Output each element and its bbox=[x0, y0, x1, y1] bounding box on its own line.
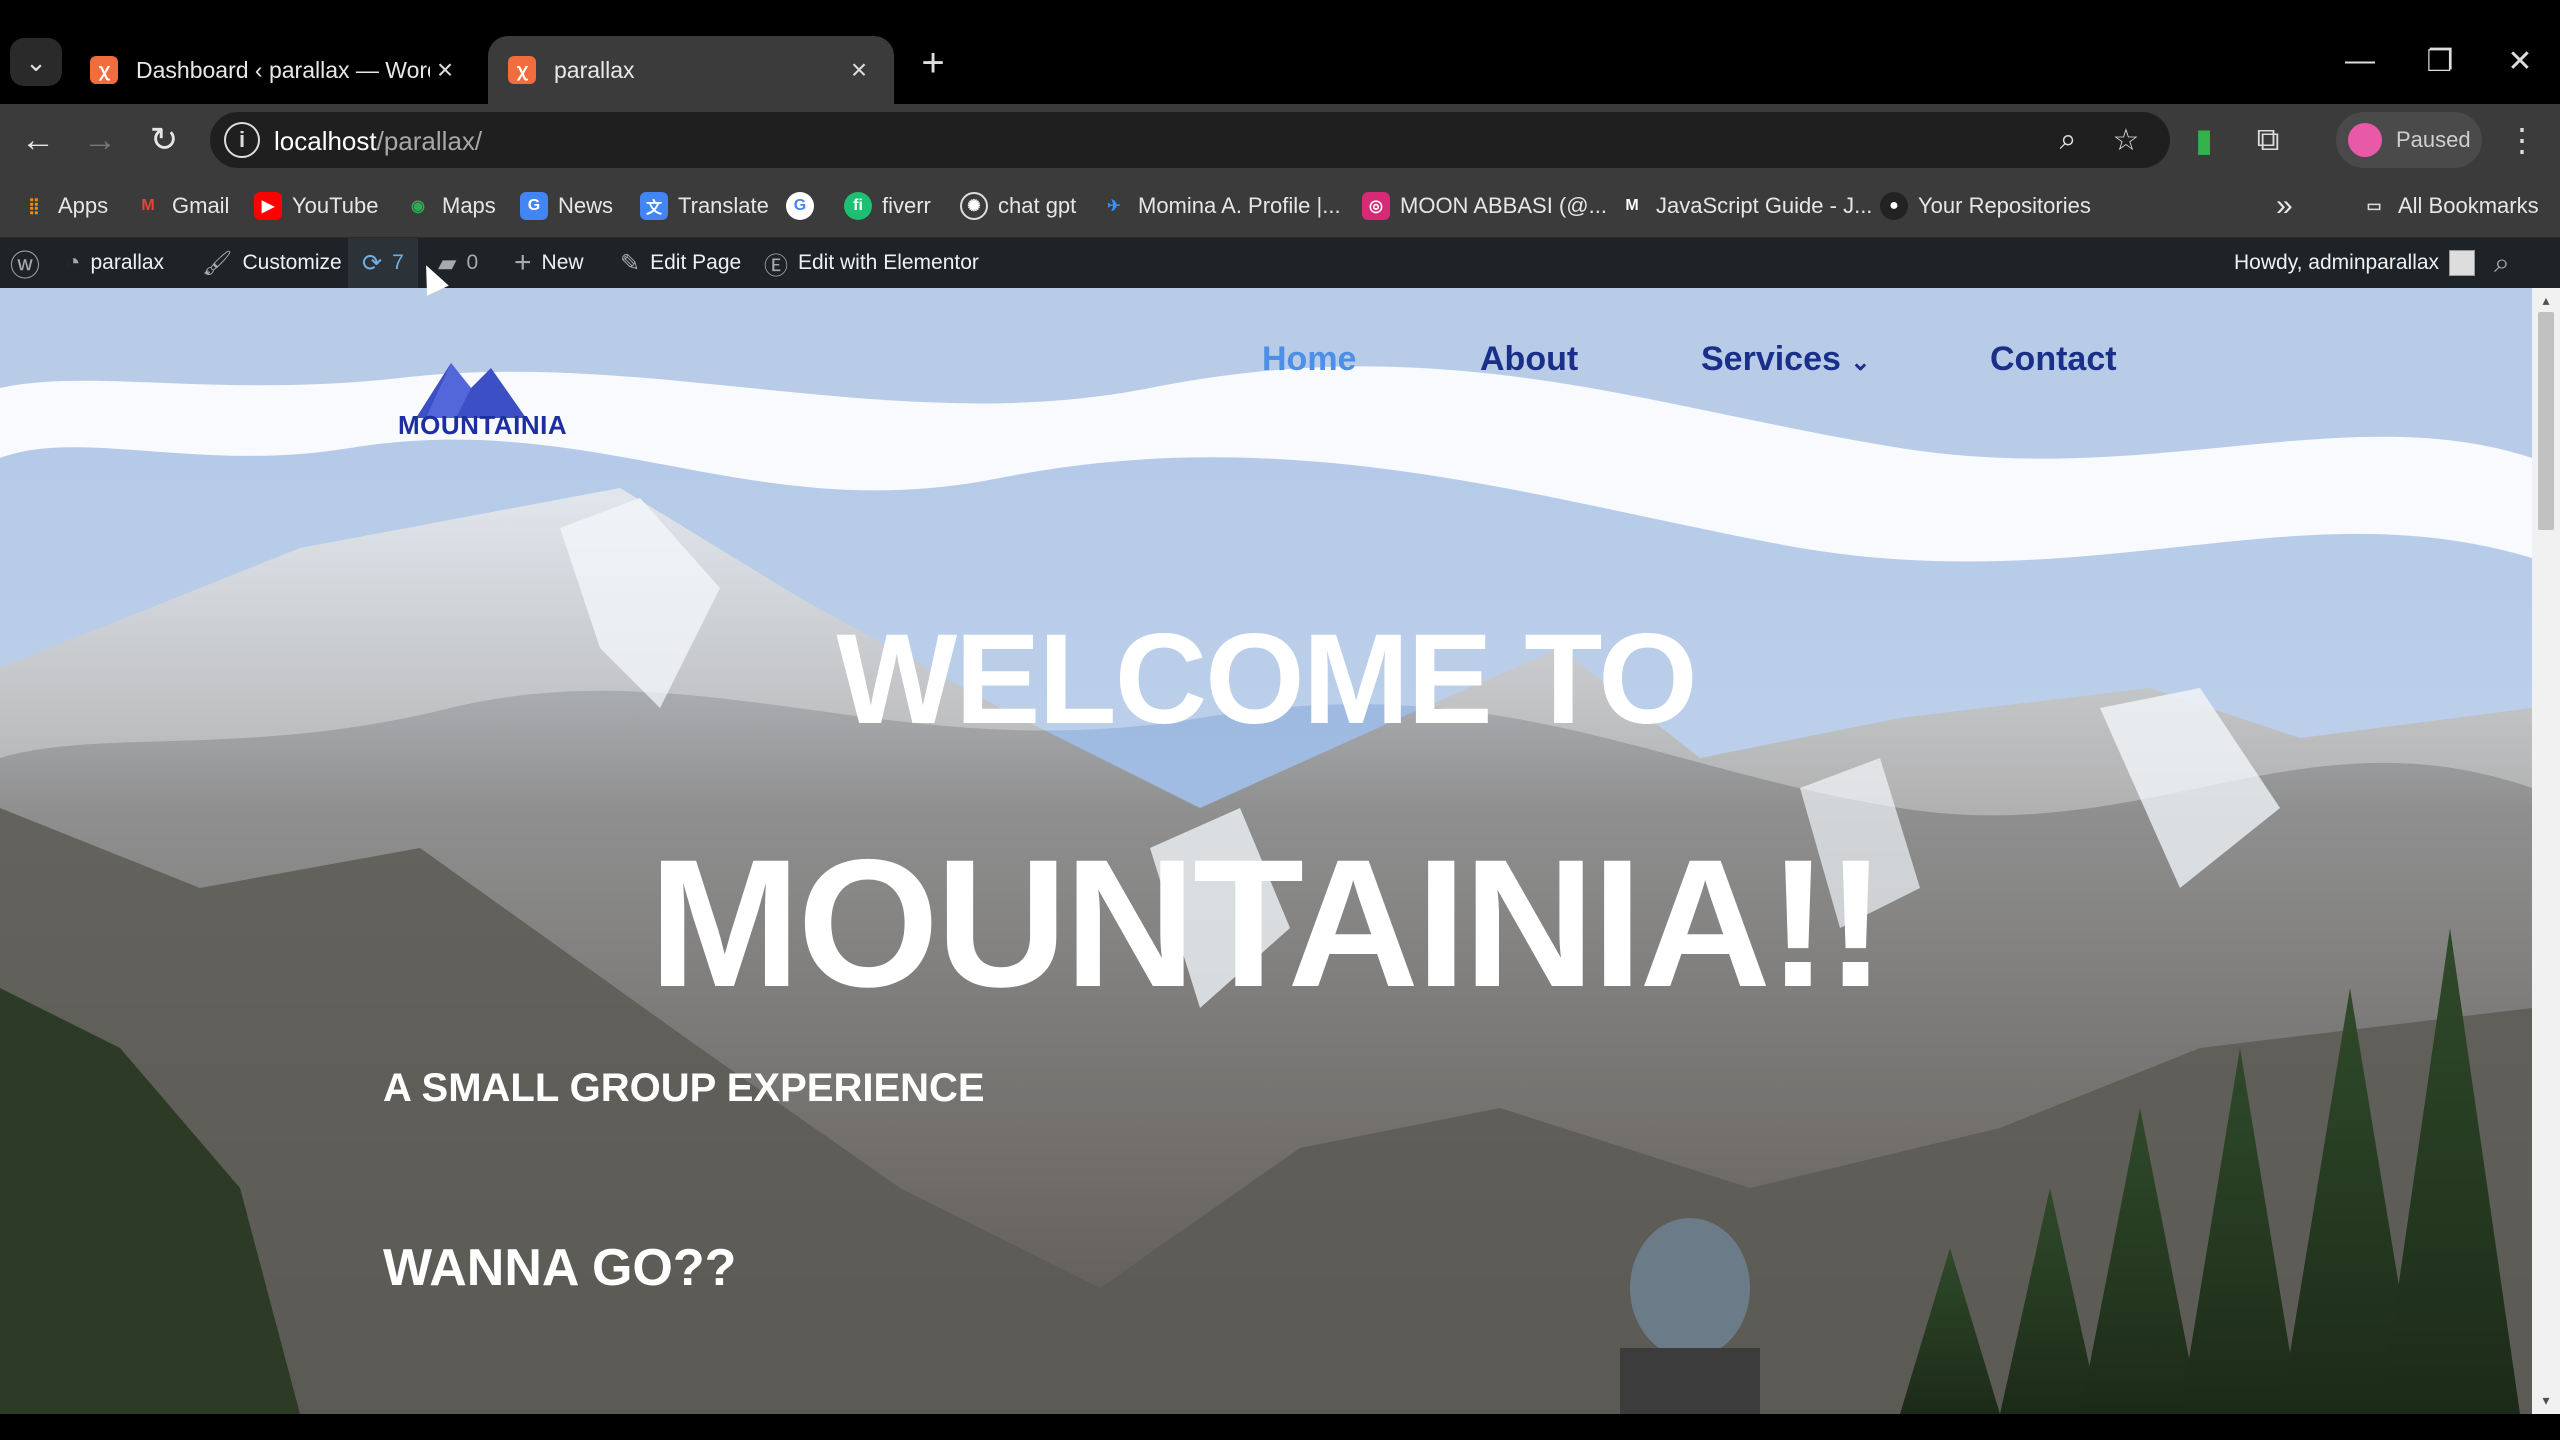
gmail-icon: M bbox=[141, 197, 155, 214]
bookmarks-bar: ⣿ Apps M Gmail ▶ YouTube ◉ Maps G News 文 Trans… bbox=[0, 174, 2560, 238]
github-icon: ● bbox=[1880, 192, 1908, 220]
folder-icon: ▭ bbox=[2366, 198, 2382, 215]
translate-icon: 文 bbox=[640, 192, 668, 220]
page-viewport: MOUNTAINIA Home About Services ⌄ Contact… bbox=[0, 288, 2532, 1414]
bookmark-google[interactable]: G bbox=[786, 186, 824, 226]
tab-parallax[interactable]: ꭓ parallax × bbox=[488, 36, 894, 104]
google-icon: G bbox=[786, 192, 814, 220]
window-bottom-edge bbox=[0, 1414, 2560, 1440]
scroll-down-icon[interactable]: ▾ bbox=[2538, 1392, 2554, 1408]
back-button[interactable]: ← bbox=[14, 116, 62, 164]
wordpress-icon: ⓦ bbox=[10, 250, 40, 283]
browser-window: ⌄ ꭓ Dashboard ‹ parallax — WordPr × ꭓ pa… bbox=[0, 0, 2560, 1440]
bookmark-javascript-guide[interactable]: M JavaScript Guide - J... bbox=[1618, 186, 1872, 226]
apps-grid-icon: ⣿ bbox=[28, 198, 40, 215]
new-tab-button[interactable]: + bbox=[910, 40, 956, 86]
wordpress-logo-button[interactable]: ⓦ bbox=[10, 238, 50, 288]
instagram-icon: ◎ bbox=[1362, 192, 1390, 220]
forward-button[interactable]: → bbox=[76, 116, 124, 164]
site-logo-text[interactable]: MOUNTAINIA bbox=[398, 410, 567, 441]
close-tab-icon[interactable]: × bbox=[430, 54, 460, 86]
new-content-link[interactable]: + New bbox=[514, 238, 584, 288]
site-name-link[interactable]: ◔ parallax bbox=[66, 238, 164, 288]
youtube-icon: ▶ bbox=[254, 192, 282, 220]
tagline-text: A SMALL GROUP EXPERIENCE bbox=[383, 1066, 985, 1110]
profile-button[interactable]: Paused bbox=[2336, 112, 2482, 168]
bookmark-gmail[interactable]: M Gmail bbox=[134, 186, 229, 226]
bookmark-apps[interactable]: ⣿ Apps bbox=[20, 186, 108, 226]
profile-status: Paused bbox=[2396, 127, 2471, 152]
close-window-button[interactable]: ✕ bbox=[2490, 36, 2550, 86]
customize-link[interactable]: 🖌 Customize bbox=[202, 238, 342, 288]
mdn-icon: M bbox=[1625, 197, 1639, 214]
address-bar[interactable]: i localhost/parallax/ ⌕ ☆ bbox=[210, 112, 2170, 168]
all-bookmarks-button[interactable]: ▭ All Bookmarks bbox=[2360, 186, 2538, 226]
wp-admin-bar: ⓦ ◔ parallax 🖌 Customize ⟳ 7 ▰ 0 + New ✎ Edit … bbox=[0, 238, 2560, 288]
brush-icon: 🖌 bbox=[202, 249, 233, 277]
tab-search-button[interactable]: ⌄ bbox=[10, 38, 62, 86]
restore-button[interactable]: ❐ bbox=[2410, 36, 2470, 86]
nav-contact[interactable]: Contact bbox=[1990, 340, 2117, 379]
site-info-icon[interactable]: i bbox=[224, 122, 260, 158]
chatgpt-icon: ✺ bbox=[960, 192, 988, 220]
bookmark-news[interactable]: G News bbox=[520, 186, 613, 226]
tab-title: parallax bbox=[554, 56, 635, 83]
bookmark-moon-abbasi[interactable]: ◎ MOON ABBASI (@... bbox=[1362, 186, 1607, 226]
extensions-puzzle-icon[interactable]: ⧉ bbox=[2244, 116, 2292, 164]
cta-text: WANNA GO?? bbox=[383, 1239, 737, 1297]
fiverr-icon: fi bbox=[844, 192, 872, 220]
plus-icon: + bbox=[514, 246, 532, 279]
news-icon: G bbox=[520, 192, 548, 220]
minimize-button[interactable]: — bbox=[2330, 36, 2390, 86]
tab-strip: ⌄ ꭓ Dashboard ‹ parallax — WordPr × ꭓ pa… bbox=[0, 0, 2560, 104]
nav-about[interactable]: About bbox=[1480, 340, 1578, 379]
admin-search-icon[interactable]: ⌕ bbox=[2494, 238, 2520, 288]
updates-icon: ⟳ bbox=[362, 249, 383, 277]
zoom-icon[interactable]: ⌕ bbox=[2048, 120, 2088, 160]
more-menu-icon[interactable]: ⋮ bbox=[2498, 116, 2546, 164]
profile-avatar bbox=[2348, 123, 2382, 157]
bookmark-translate[interactable]: 文 Translate bbox=[640, 186, 769, 226]
xampp-favicon-icon: ꭓ bbox=[90, 56, 118, 84]
extension-green-icon[interactable]: ▮ bbox=[2180, 116, 2228, 164]
edit-elementor-link[interactable]: Ⓔ Edit with Elementor bbox=[764, 238, 979, 288]
bookmark-your-repositories[interactable]: ● Your Repositories bbox=[1880, 186, 2091, 226]
bookmark-momina-profile[interactable]: ✈ Momina A. Profile |... bbox=[1100, 186, 1340, 226]
bookmark-chatgpt[interactable]: ✺ chat gpt bbox=[960, 186, 1076, 226]
dashboard-icon: ◔ bbox=[66, 249, 81, 276]
elementor-icon: Ⓔ bbox=[764, 252, 788, 280]
hero-heading-line2: MOUNTAINIA!! bbox=[648, 821, 1886, 1025]
bookmark-maps[interactable]: ◉ Maps bbox=[404, 186, 496, 226]
user-avatar bbox=[2449, 250, 2476, 276]
scrollbar-thumb[interactable] bbox=[2538, 312, 2554, 530]
hero-heading-line1: WELCOME TO bbox=[836, 608, 1697, 751]
tab-title: Dashboard ‹ parallax — WordPr bbox=[136, 56, 430, 83]
page-scrollbar[interactable]: ▴ ▾ bbox=[2532, 288, 2560, 1414]
browser-toolbar: ← → ↻ i localhost/parallax/ ⌕ ☆ ▮ ⧉ Paus… bbox=[0, 104, 2560, 174]
reload-button[interactable]: ↻ bbox=[140, 116, 188, 164]
xampp-favicon-icon: ꭓ bbox=[508, 56, 536, 84]
bookmark-youtube[interactable]: ▶ YouTube bbox=[254, 186, 378, 226]
edit-page-link[interactable]: ✎ Edit Page bbox=[620, 238, 741, 288]
nav-home[interactable]: Home bbox=[1262, 340, 1356, 379]
bookmark-fiverr[interactable]: fi fiverr bbox=[844, 186, 931, 226]
chevron-down-icon: ⌄ bbox=[1850, 349, 1871, 376]
pencil-icon: ✎ bbox=[620, 249, 641, 277]
url-text[interactable]: localhost/parallax/ bbox=[274, 126, 482, 157]
bookmark-star-icon[interactable]: ☆ bbox=[2106, 120, 2146, 160]
upwork-icon: ✈ bbox=[1107, 198, 1121, 215]
close-tab-icon[interactable]: × bbox=[844, 54, 874, 86]
updates-link[interactable]: ⟳ 7 bbox=[348, 238, 418, 288]
bookmarks-overflow-button[interactable]: » bbox=[2276, 186, 2293, 226]
tab-dashboard[interactable]: ꭓ Dashboard ‹ parallax — WordPr × bbox=[70, 36, 480, 104]
chevron-down-icon: ⌄ bbox=[25, 46, 47, 77]
my-account-link[interactable]: Howdy, adminparallax bbox=[2234, 238, 2476, 288]
scroll-up-icon[interactable]: ▴ bbox=[2538, 292, 2554, 308]
maps-pin-icon: ◉ bbox=[411, 198, 425, 215]
nav-services[interactable]: Services ⌄ bbox=[1701, 340, 1870, 379]
